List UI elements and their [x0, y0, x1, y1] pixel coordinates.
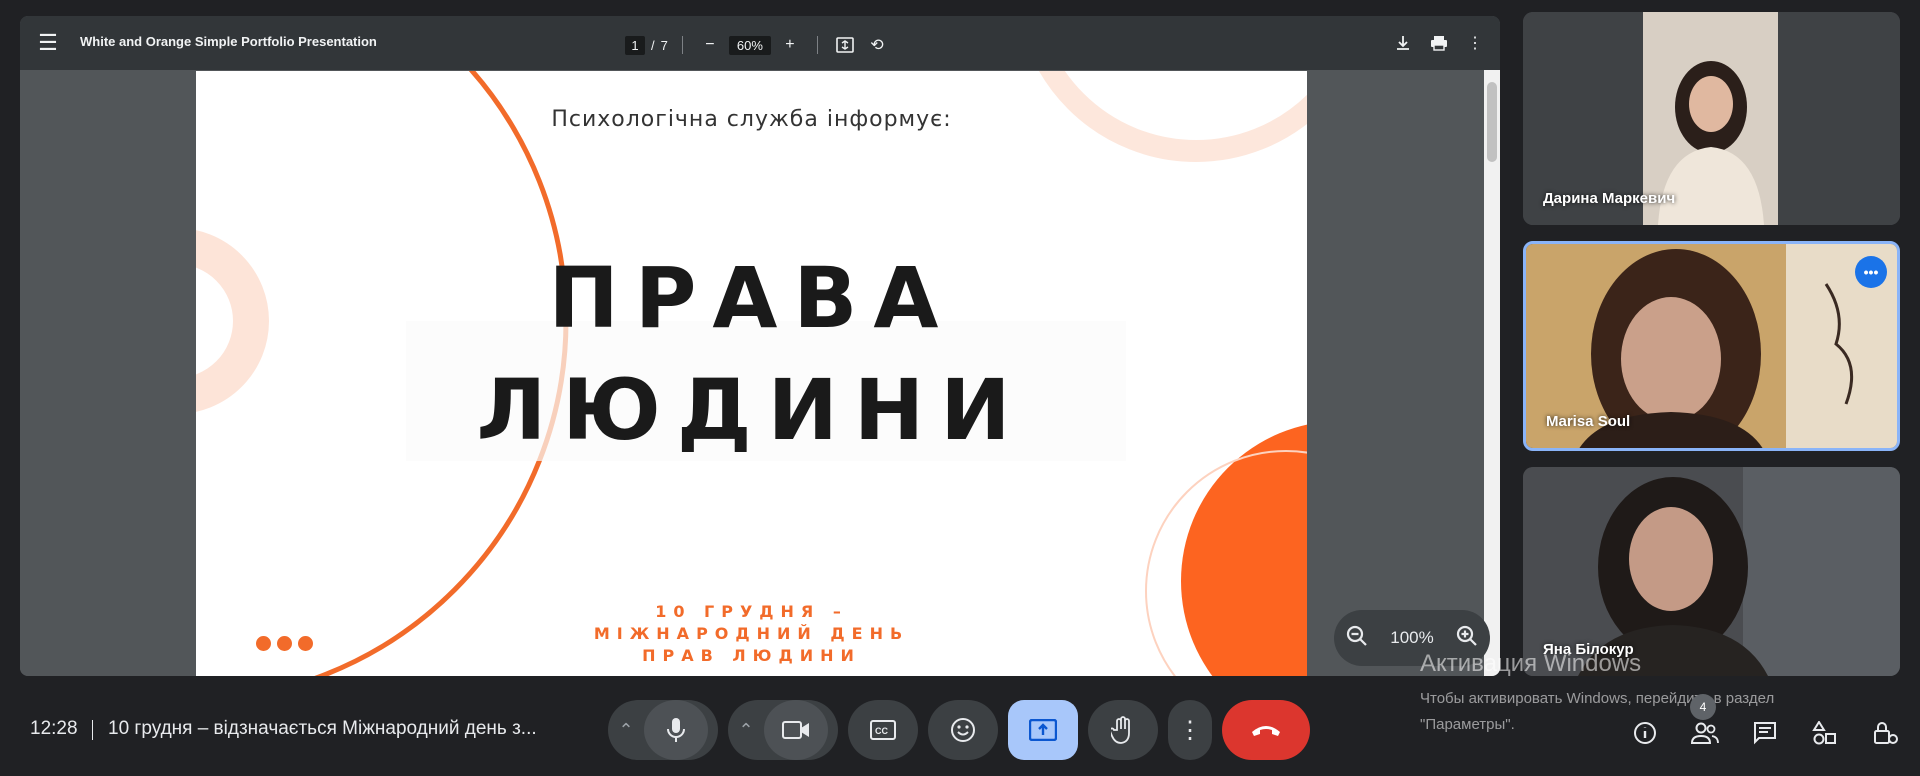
chat-button[interactable] [1748, 716, 1782, 750]
more-vert-icon[interactable]: ⋮ [1462, 30, 1488, 56]
end-call-icon [1252, 726, 1280, 736]
meeting-side-actions: 4 [1628, 694, 1902, 750]
reactions-button[interactable] [928, 700, 998, 760]
document-title: White and Orange Simple Portfolio Presen… [80, 34, 377, 49]
slide-footer: 10 ГРУДНЯ – МІЖНАРОДНИЙ ДЕНЬ ПРАВ ЛЮДИНИ [196, 601, 1307, 667]
hand-icon [1111, 716, 1130, 744]
bar-divider [92, 720, 93, 740]
present-screen-icon [1029, 719, 1057, 741]
scrollbar[interactable] [1484, 70, 1500, 676]
rotate-icon[interactable]: ⟲ [864, 32, 890, 58]
captions-button[interactable]: CC [848, 700, 918, 760]
participant-tile-active[interactable]: ••• Marisa Soul [1523, 241, 1900, 451]
closed-captions-icon: CC [870, 720, 896, 740]
mic-control-group: ⌃ [608, 700, 718, 760]
minus-icon[interactable]: − [697, 32, 723, 58]
participant-name: Дарина Маркевич [1543, 190, 1676, 207]
slide-subtitle: Психологічна служба інформує: [551, 107, 952, 132]
zoom-in-icon[interactable] [1455, 624, 1479, 653]
video-options-chevron-icon[interactable]: ⌃ [728, 700, 764, 760]
slide-page: Психологічна служба інформує: ПРАВА ЛЮДИ… [196, 71, 1307, 676]
print-icon[interactable] [1426, 30, 1452, 56]
toolbar-divider [681, 36, 683, 54]
more-vert-icon: ⋮ [1178, 716, 1202, 744]
slide-footer-line-2: МІЖНАРОДНИЙ ДЕНЬ [593, 624, 910, 643]
presentation-stage: ☰ White and Orange Simple Portfolio Pres… [20, 16, 1500, 676]
slide-title-line-1: ПРАВА [548, 249, 955, 347]
zoom-out-icon[interactable] [1345, 624, 1369, 653]
svg-text:CC: CC [875, 726, 888, 736]
participant-tile[interactable]: Яна Білокур [1523, 467, 1900, 676]
people-icon [1691, 722, 1719, 744]
activities-button[interactable] [1808, 716, 1842, 750]
more-options-button[interactable]: ⋮ [1168, 700, 1212, 760]
page-input[interactable]: 1 [625, 35, 645, 55]
raise-hand-button[interactable] [1088, 700, 1158, 760]
camera-control-group: ⌃ [728, 700, 838, 760]
host-controls-button[interactable] [1868, 716, 1902, 750]
activities-icon [1812, 721, 1836, 745]
microphone-button[interactable] [644, 700, 708, 760]
present-screen-button[interactable] [1008, 700, 1078, 760]
info-icon [1634, 722, 1656, 744]
leave-call-button[interactable] [1222, 700, 1310, 760]
pdf-toolbar: ☰ White and Orange Simple Portfolio Pres… [20, 16, 1500, 70]
people-count-badge: 4 [1690, 694, 1716, 720]
pdf-viewport[interactable]: Психологічна служба інформує: ПРАВА ЛЮДИ… [20, 70, 1500, 676]
zoom-level: 100% [1390, 628, 1434, 647]
zoom-input[interactable]: 60% [728, 35, 771, 55]
fit-page-icon[interactable] [832, 32, 858, 58]
host-controls-icon [1874, 722, 1898, 744]
participant-tile[interactable]: Дарина Маркевич [1523, 12, 1900, 225]
slide-footer-line-3: ПРАВ ЛЮДИНИ [642, 646, 861, 665]
toolbar-divider [816, 36, 818, 54]
page-separator: / [651, 37, 655, 53]
audio-options-chevron-icon[interactable]: ⌃ [608, 700, 644, 760]
plus-icon[interactable]: + [777, 32, 803, 58]
camera-button[interactable] [764, 700, 828, 760]
decorative-dots [256, 636, 313, 651]
slide-footer-line-1: 10 ГРУДНЯ – [655, 602, 848, 621]
page-navigator: 1 / 7 − 60% + ⟲ [625, 32, 890, 58]
chat-icon [1754, 722, 1776, 745]
microphone-icon [667, 718, 685, 742]
people-button[interactable]: 4 [1688, 694, 1722, 750]
emoji-icon [951, 718, 975, 742]
participant-name: Marisa Soul [1546, 413, 1631, 430]
menu-icon[interactable]: ☰ [34, 29, 62, 57]
info-button[interactable] [1628, 716, 1662, 750]
clock: 12:28 [30, 718, 78, 739]
meeting-title: 10 грудня – відзначається Міжнародний де… [108, 718, 537, 739]
slide-title-line-2: ЛЮДИНИ [476, 361, 1027, 459]
toolbar-actions: ⋮ [1390, 30, 1488, 56]
scroll-thumb[interactable] [1487, 82, 1497, 162]
page-total: 7 [660, 37, 668, 53]
download-icon[interactable] [1390, 30, 1416, 56]
more-options-icon[interactable]: ••• [1855, 256, 1887, 288]
camera-icon [782, 721, 809, 739]
meeting-controls-bar: 12:28 10 грудня – відзначається Міжнарод… [0, 690, 1920, 770]
watermark-heading: Активация Windows [1420, 650, 1642, 677]
